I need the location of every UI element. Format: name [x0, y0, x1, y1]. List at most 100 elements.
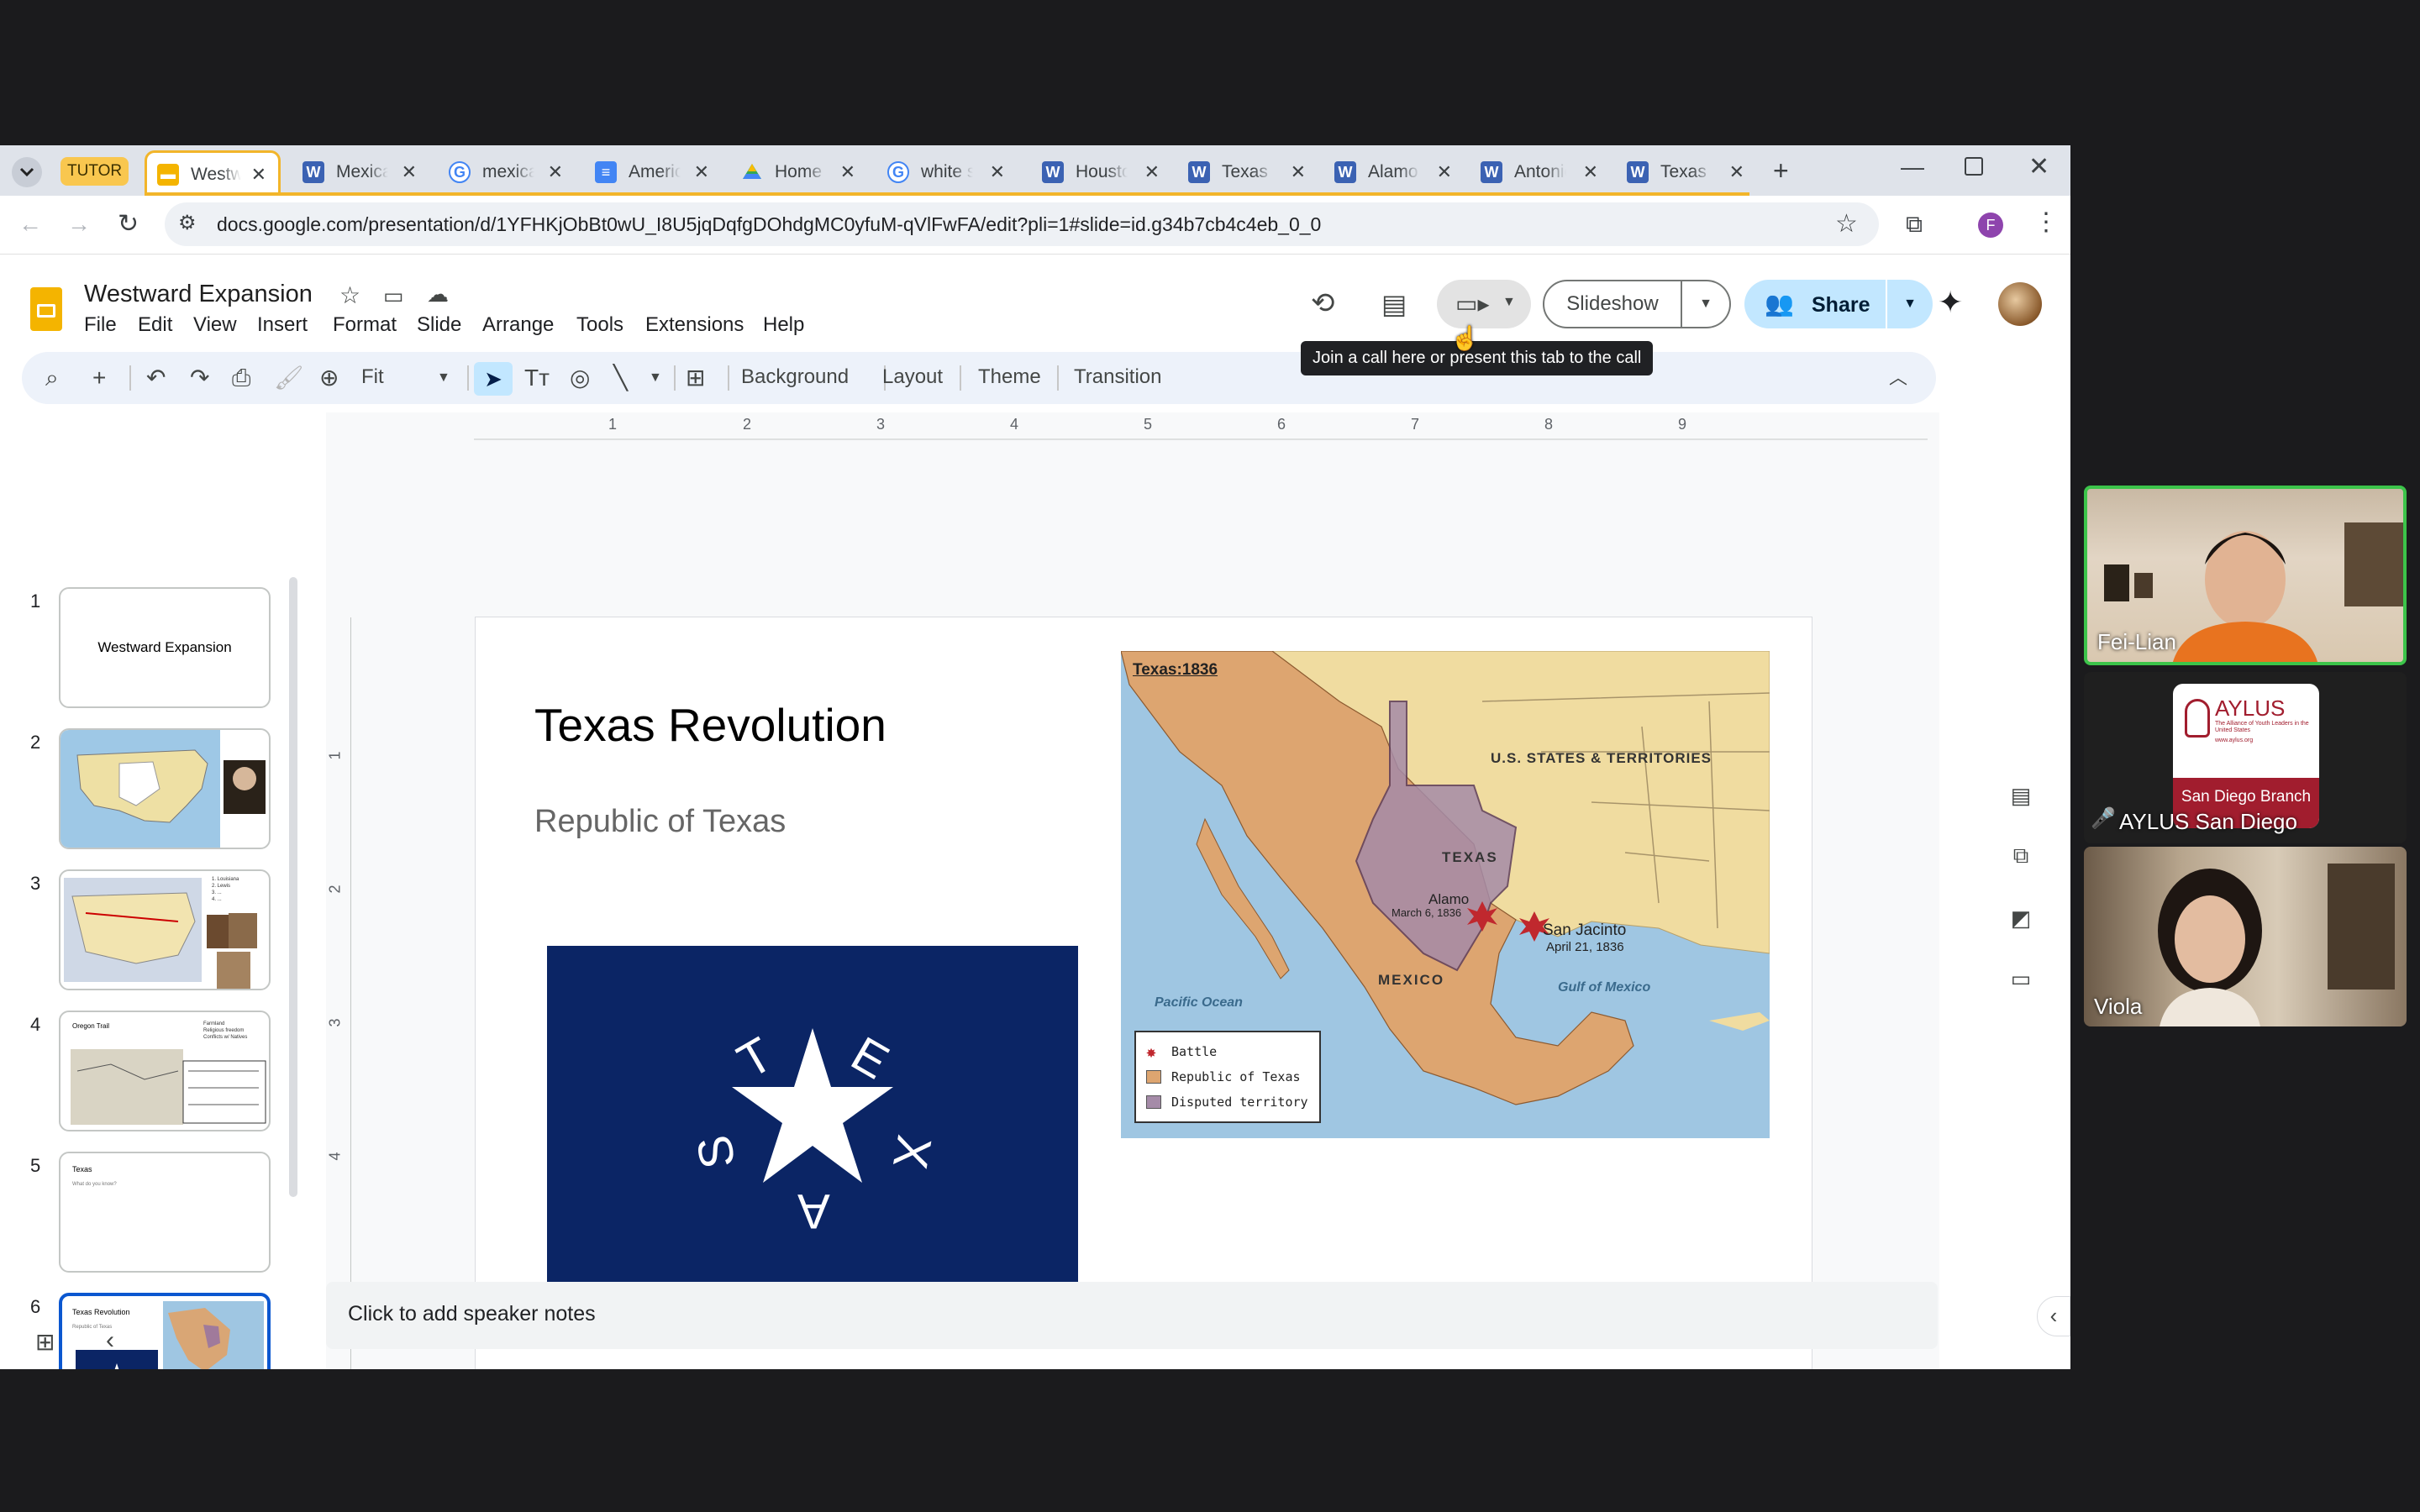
close-icon[interactable]: ✕ [548, 161, 563, 183]
slide-thumbnail-5[interactable]: Texas What do you know? [59, 1152, 271, 1273]
filmstrip-scrollbar[interactable] [289, 577, 297, 1197]
tab-american[interactable]: ≡ American ✕ [578, 152, 721, 192]
tab-home[interactable]: Home ✕ [724, 152, 867, 192]
slide-6[interactable]: Texas Revolution Republic of Texas T E X… [475, 617, 1812, 1369]
gemini-icon[interactable]: ✦ [1938, 285, 1963, 320]
close-icon[interactable]: ✕ [840, 161, 855, 183]
slide-thumbnail-6[interactable]: Texas Revolution Republic of Texas [59, 1293, 271, 1369]
menu-insert[interactable]: Insert [257, 313, 308, 337]
slides-logo[interactable] [30, 287, 62, 331]
menu-slide[interactable]: Slide [417, 313, 461, 337]
new-slide-icon[interactable]: + [92, 364, 106, 392]
menu-arrange[interactable]: Arrange [482, 313, 554, 337]
slide-title[interactable]: Texas Revolution [534, 698, 886, 752]
star-icon[interactable]: ☆ [339, 281, 360, 309]
grid-view-icon[interactable]: ⊞ [35, 1328, 55, 1356]
profile-avatar[interactable]: F [1978, 213, 2003, 238]
tutor-tab-group[interactable]: TUTOR [60, 157, 129, 186]
minimize-button[interactable]: — [1901, 154, 1924, 181]
participant-tile-viola[interactable]: Viola [2084, 847, 2407, 1026]
more-menu-icon[interactable]: ⋮ [2033, 207, 2059, 237]
new-tab-button[interactable]: + [1773, 155, 1789, 186]
slide-subtitle[interactable]: Republic of Texas [534, 804, 786, 840]
tab-alamo[interactable]: W Alamo ✕ [1318, 152, 1464, 192]
folder-icon[interactable]: ▭ [2004, 962, 2038, 995]
chevron-down-icon[interactable]: ▼ [649, 364, 662, 392]
version-history-icon[interactable]: ⟲ [1311, 286, 1335, 320]
share-dropdown[interactable]: ▼ [1887, 280, 1933, 328]
doc-title[interactable]: Westward Expansion [84, 281, 313, 308]
tab-texas-revolution[interactable]: W Texas Revolution ✕ [1610, 152, 1756, 192]
zoom-icon[interactable]: ⊕ [319, 364, 339, 392]
text-box-icon[interactable]: Tт [524, 364, 550, 392]
chevron-down-icon[interactable]: ▼ [437, 364, 450, 392]
comments-icon[interactable]: ▤ [1381, 288, 1407, 320]
select-tool-icon[interactable]: ➤ [474, 362, 513, 396]
close-icon[interactable]: ✕ [1583, 161, 1598, 183]
expand-panel-button[interactable]: ‹ [2037, 1296, 2070, 1336]
menu-file[interactable]: File [84, 313, 117, 337]
forward-arrow-icon[interactable]: → [67, 211, 91, 238]
tab-mexican[interactable]: W Mexican ✕ [286, 152, 429, 192]
restore-button[interactable] [1965, 157, 1983, 176]
site-info-icon[interactable]: ⚙ [178, 211, 197, 235]
chevron-up-icon[interactable]: ︿ [1889, 364, 1907, 392]
participant-tile-aylus[interactable]: AYLUS The Alliance of Youth Leaders in t… [2084, 672, 2407, 843]
reload-icon[interactable]: ↻ [118, 209, 139, 239]
comment-add-icon[interactable]: ⊞ [686, 364, 705, 392]
close-icon[interactable]: ✕ [990, 161, 1005, 183]
tab-houston[interactable]: W Houston ✕ [1025, 152, 1171, 192]
speaker-notes[interactable]: Click to add speaker notes [326, 1282, 1938, 1349]
slide-thumbnail-1[interactable]: Westward Expansion [59, 587, 271, 708]
tab-search-button[interactable] [12, 157, 42, 187]
slideshow-dropdown[interactable]: ▼ [1682, 280, 1731, 328]
zoom-select[interactable]: Fit [361, 365, 384, 389]
shape-icon[interactable]: ◎ [570, 364, 590, 392]
layout-button[interactable]: Layout [882, 365, 943, 389]
theme-button[interactable]: Theme [978, 365, 1041, 389]
close-icon[interactable]: ✕ [1729, 161, 1744, 183]
close-icon[interactable]: ✕ [402, 161, 417, 183]
url-text[interactable]: docs.google.com/presentation/d/1YFHKjObB… [217, 213, 1321, 236]
menu-edit[interactable]: Edit [138, 313, 172, 337]
meet-call-button[interactable]: ▭▸ ▼ [1437, 280, 1531, 328]
extensions-icon[interactable]: ⧉ [1906, 211, 1923, 239]
tab-antonio[interactable]: W Antonio ✕ [1464, 152, 1610, 192]
contacts-icon[interactable]: ◩ [2004, 901, 2038, 935]
print-icon[interactable]: ⎙ [232, 364, 250, 392]
account-avatar[interactable] [1998, 282, 2042, 326]
menu-format[interactable]: Format [333, 313, 397, 337]
lone-star-flag-image[interactable]: T E X A S [547, 946, 1078, 1299]
close-icon[interactable]: ✕ [1144, 161, 1160, 183]
tasks-icon[interactable]: ⧉ [2004, 839, 2038, 873]
background-button[interactable]: Background [741, 365, 849, 389]
close-window-button[interactable]: ✕ [2028, 152, 2049, 181]
cloud-status-icon[interactable]: ☁ [427, 281, 449, 307]
tab-white-settlers[interactable]: G white settlers ✕ [871, 152, 1017, 192]
slide-thumbnail-3[interactable]: 1. Louisiana 2. Lewis 3. ... 4. ... [59, 869, 271, 990]
close-icon[interactable]: ✕ [694, 161, 709, 183]
close-icon[interactable]: ✕ [251, 164, 266, 186]
collapse-panel-icon[interactable]: ‹ [106, 1326, 114, 1355]
paint-format-icon[interactable]: 🖌 [274, 364, 304, 392]
menu-tools[interactable]: Tools [576, 313, 623, 337]
star-icon[interactable]: ☆ [1835, 209, 1858, 239]
redo-icon[interactable]: ↷ [190, 364, 209, 392]
close-icon[interactable]: ✕ [1291, 161, 1306, 183]
search-menus-icon[interactable]: ⌕ [45, 364, 59, 392]
tab-westward-expansion[interactable]: ▬ Westward Expansion ✕ [145, 150, 281, 196]
omnibox[interactable]: ⚙ docs.google.com/presentation/d/1YFHKjO… [165, 202, 1879, 246]
tab-texas[interactable]: W Texas ✕ [1171, 152, 1318, 192]
undo-icon[interactable]: ↶ [146, 364, 166, 392]
texas-1836-map-image[interactable]: Texas:1836 U.S. STATES & TERRITORIES TEX… [1121, 651, 1770, 1138]
transition-button[interactable]: Transition [1074, 365, 1161, 389]
keep-icon[interactable]: ▤ [2004, 779, 2038, 812]
share-button[interactable]: 👥 Share [1744, 280, 1886, 328]
close-icon[interactable]: ✕ [1437, 161, 1452, 183]
participant-tile-fei-lian[interactable]: Fei-Lian [2084, 486, 2407, 665]
menu-extensions[interactable]: Extensions [645, 313, 744, 337]
move-folder-icon[interactable]: ▭ [383, 283, 404, 309]
tab-mexican-search[interactable]: G mexican ✕ [432, 152, 575, 192]
line-icon[interactable]: ╲ [613, 364, 628, 392]
slide-thumbnail-4[interactable]: Oregon Trail Farmland Religious freedom … [59, 1011, 271, 1131]
